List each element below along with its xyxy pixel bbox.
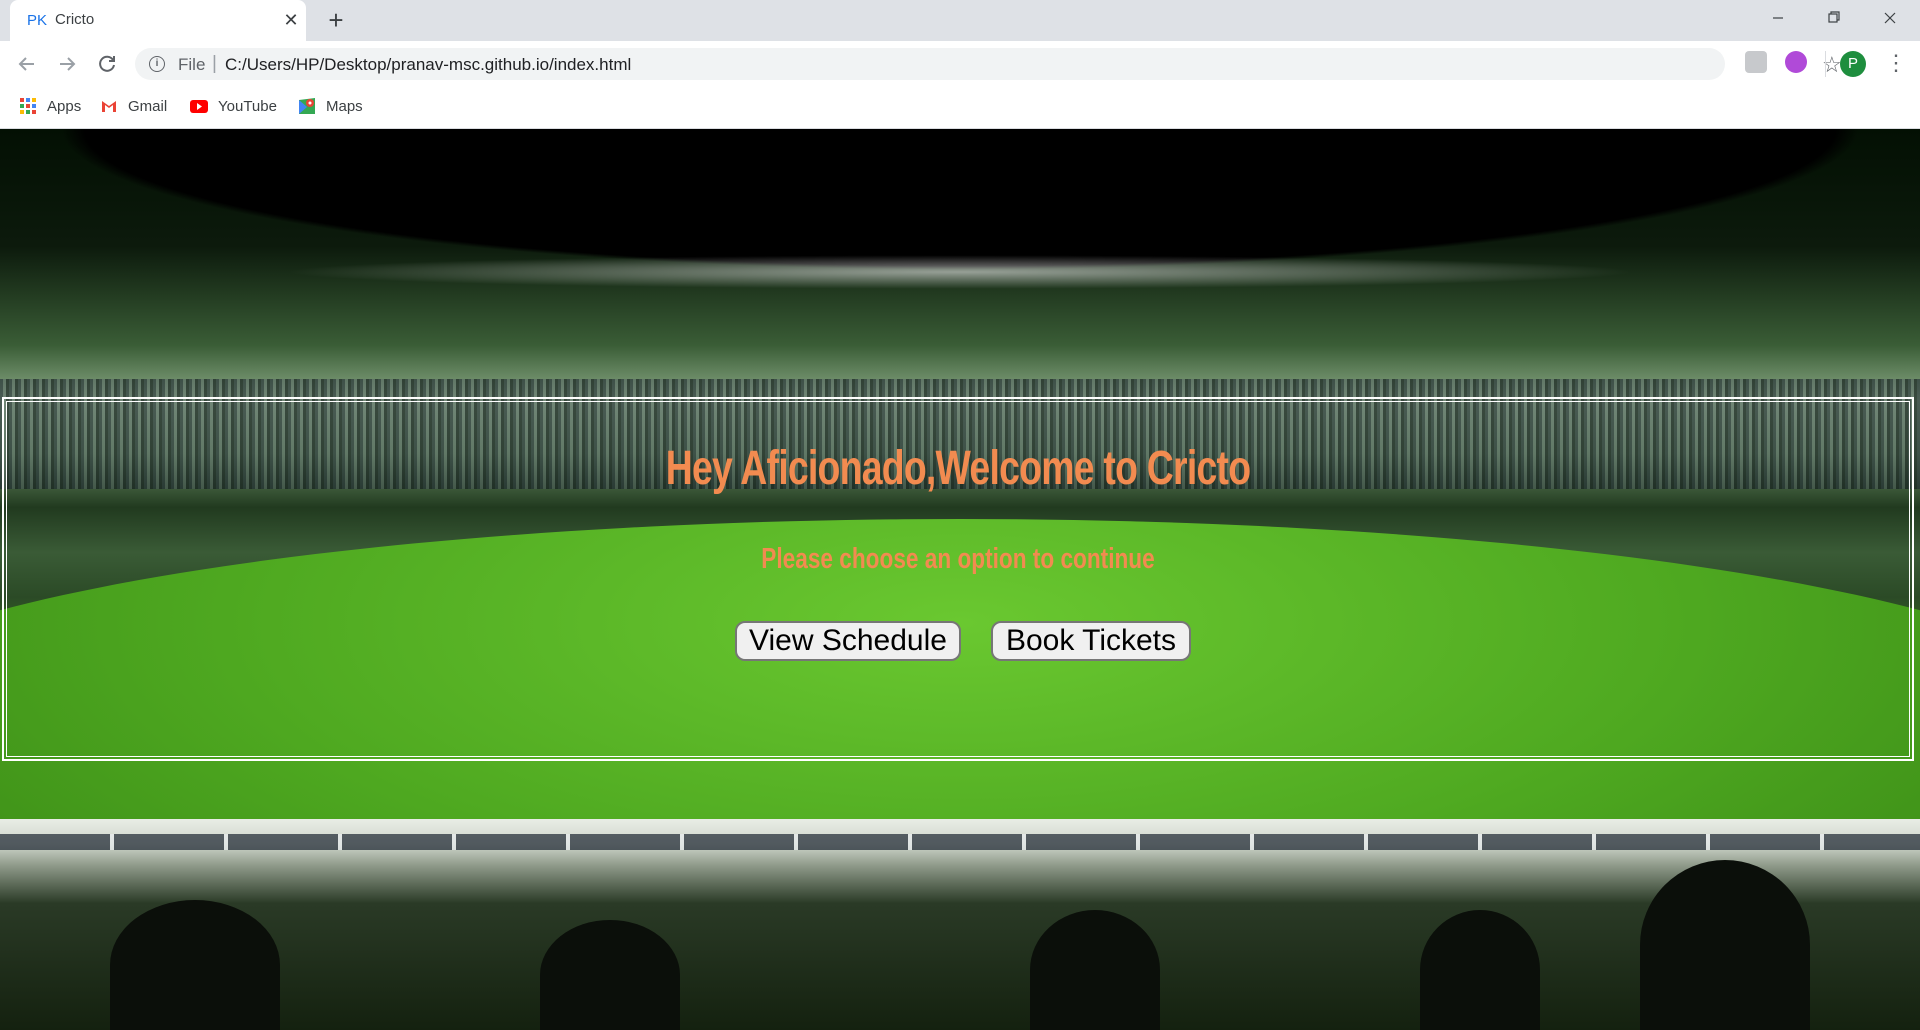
forward-arrow-icon [60, 57, 76, 71]
maps-icon [298, 97, 316, 115]
minimize-icon [1773, 17, 1783, 19]
bookmark-maps[interactable]: Maps [298, 94, 363, 118]
back-button[interactable] [12, 49, 42, 79]
new-tab-button[interactable]: + [322, 7, 350, 35]
extension-icon-1[interactable] [1745, 51, 1767, 73]
bookmark-gmail[interactable]: Gmail [100, 94, 167, 118]
welcome-headline: Hey Aficionado,Welcome to Cricto [665, 442, 1251, 495]
forward-button[interactable] [52, 49, 82, 79]
toolbar-divider [1825, 51, 1826, 77]
site-info-icon[interactable]: i [149, 56, 165, 72]
close-icon [1884, 12, 1896, 24]
welcome-panel: Hey Aficionado,Welcome to Cricto Please … [2, 397, 1914, 761]
window-close-button[interactable] [1862, 0, 1918, 36]
address-bar[interactable]: i File | C:/Users/HP/Desktop/pranav-msc.… [135, 48, 1842, 80]
menu-kebab-icon[interactable]: ⋮ [1885, 49, 1907, 79]
url-text[interactable]: C:/Users/HP/Desktop/pranav-msc.github.io… [225, 55, 631, 75]
extension-icon-2[interactable] [1785, 51, 1807, 73]
tab-title: Cricto [55, 11, 95, 28]
back-arrow-icon [18, 57, 34, 71]
bookmark-label: Gmail [128, 97, 168, 115]
youtube-icon [190, 97, 208, 115]
profile-avatar[interactable]: P [1840, 51, 1866, 77]
window-minimize-button[interactable] [1750, 0, 1806, 36]
bookmark-label: Maps [326, 97, 363, 115]
tab-close-icon[interactable]: ✕ [280, 9, 302, 31]
omnibox-separator: | [212, 53, 217, 74]
bookmark-youtube[interactable]: YouTube [190, 94, 277, 118]
page-viewport: Hey Aficionado,Welcome to Cricto Please … [0, 129, 1920, 1030]
view-schedule-button[interactable]: View Schedule [735, 621, 961, 661]
restore-icon [1828, 11, 1840, 23]
reload-button[interactable] [92, 49, 122, 79]
welcome-subline: Please choose an option to continue [761, 543, 1155, 575]
apps-grid-icon [19, 97, 37, 115]
bookmark-label: Apps [47, 97, 82, 115]
window-restore-button[interactable] [1806, 0, 1862, 36]
tab-cricto[interactable]: PK Cricto ✕ [10, 0, 306, 41]
bookmark-apps[interactable]: Apps [19, 94, 81, 118]
reload-icon [99, 55, 115, 72]
scheme-label: File [178, 55, 206, 74]
bookmark-label: YouTube [218, 97, 277, 115]
book-tickets-button[interactable]: Book Tickets [991, 621, 1191, 661]
browser-toolbar: i File | C:/Users/HP/Desktop/pranav-msc.… [0, 41, 1920, 86]
gmail-icon [100, 97, 118, 115]
tab-favicon: PK [27, 12, 48, 29]
bookmarks-bar: Apps Gmail YouTube Maps [0, 86, 1920, 129]
tab-strip: PK Cricto ✕ + [0, 0, 1920, 41]
